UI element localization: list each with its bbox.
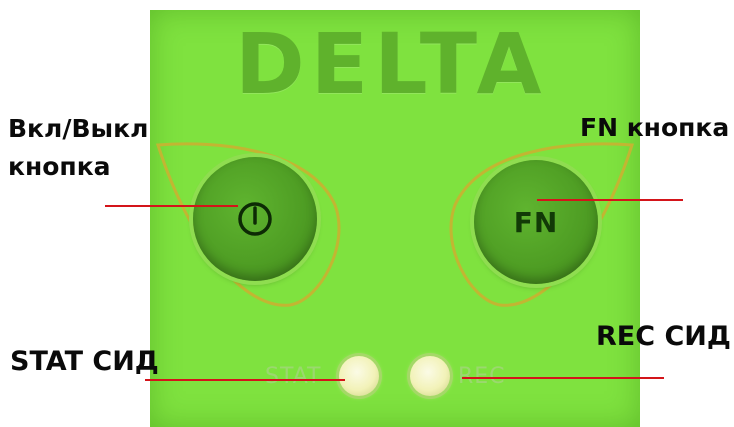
power-leader-line <box>105 205 238 207</box>
rec-led <box>410 356 450 396</box>
power-button[interactable] <box>193 157 317 281</box>
stat-led <box>339 356 379 396</box>
stat-leader-line <box>145 379 345 381</box>
fn-button-callout: FN кнопка <box>580 113 730 142</box>
power-callout-line-1: Вкл/Выкл <box>8 114 149 143</box>
stat-led-callout: STAT СИД <box>10 346 159 377</box>
fn-leader-line <box>537 199 683 201</box>
fn-button-label: FN <box>513 205 559 239</box>
power-button-callout: Вкл/Выкл кнопка <box>8 110 148 186</box>
brand-logo: DELTA <box>235 15 548 113</box>
rec-led-callout: REC СИД <box>596 321 731 352</box>
rec-leader-line <box>462 377 664 379</box>
stat-led-label: STAT <box>265 364 322 389</box>
fn-button[interactable]: FN <box>474 160 598 284</box>
power-callout-line-2: кнопка <box>8 152 111 181</box>
power-icon <box>238 202 272 236</box>
